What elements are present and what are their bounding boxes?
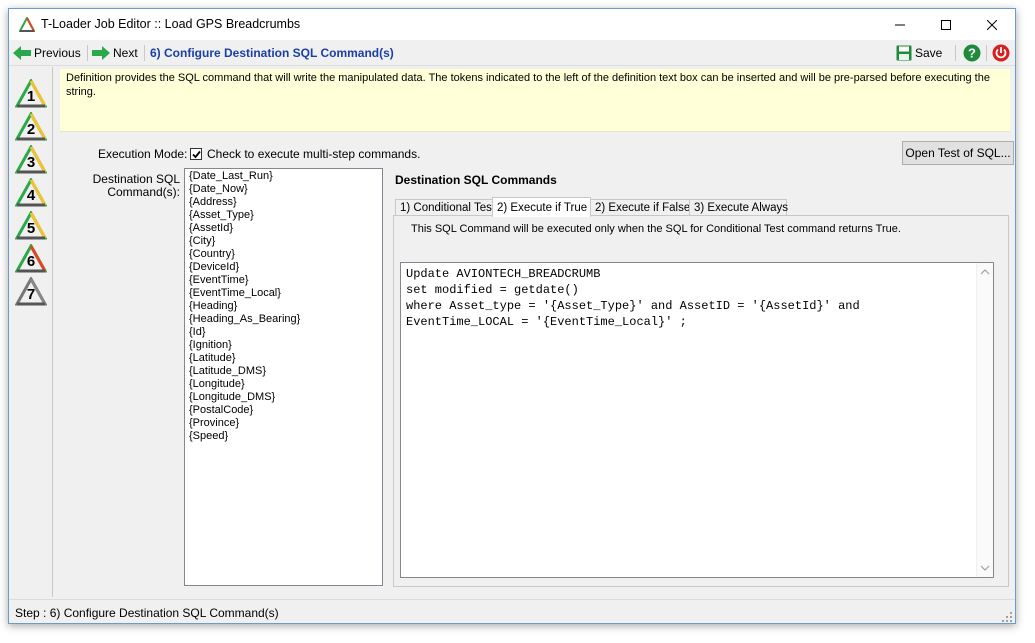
info-panel: Definition provides the SQL command that… <box>60 69 1010 132</box>
power-icon <box>992 44 1010 62</box>
arrow-right-icon <box>92 46 110 60</box>
next-label: Next <box>113 46 138 60</box>
tab-description: This SQL Command will be executed only w… <box>411 223 901 235</box>
save-icon <box>896 45 912 61</box>
info-text: Definition provides the SQL command that… <box>66 72 990 98</box>
tab-execute-if-true[interactable]: 2) Execute if True <box>492 197 591 217</box>
toolbar: Previous Next 6) Configure Destination S… <box>9 40 1015 66</box>
sql-editor-scrollbar[interactable] <box>976 263 993 577</box>
toolbar-separator <box>144 45 145 61</box>
toolbar-separator <box>986 45 987 61</box>
scroll-up-icon[interactable] <box>980 267 990 277</box>
token-item[interactable]: {Id} <box>189 326 378 339</box>
step-5-icon: 5 <box>15 211 47 240</box>
token-item[interactable]: {Province} <box>189 417 378 430</box>
svg-text:4: 4 <box>27 187 36 204</box>
token-item[interactable]: {City} <box>189 235 378 248</box>
step-2-icon: 2 <box>15 112 47 141</box>
token-item[interactable]: {EventTime} <box>189 274 378 287</box>
svg-text:3: 3 <box>27 154 35 171</box>
token-item[interactable]: {Date_Now} <box>189 183 378 196</box>
svg-text:5: 5 <box>27 220 35 237</box>
step-6-button[interactable]: 6 <box>15 244 47 274</box>
step-7-icon: 7 <box>15 277 47 306</box>
token-item[interactable]: {EventTime_Local} <box>189 287 378 300</box>
token-item[interactable]: {Asset_Type} <box>189 209 378 222</box>
next-button[interactable]: Next <box>92 43 138 63</box>
current-step-title: 6) Configure Destination SQL Command(s) <box>150 46 394 60</box>
step-4-icon: 4 <box>15 178 47 207</box>
step-1-icon: 1 <box>15 79 47 108</box>
token-item[interactable]: {Longitude_DMS} <box>189 391 378 404</box>
step-1-button[interactable]: 1 <box>15 79 47 109</box>
minimize-icon <box>895 24 905 25</box>
sql-command-editor[interactable]: Update AVIONTECH_BREADCRUMB set modified… <box>400 262 994 578</box>
maximize-icon <box>941 19 951 30</box>
svg-text:2: 2 <box>27 121 35 138</box>
close-icon <box>987 19 997 30</box>
close-button[interactable] <box>969 9 1015 40</box>
open-test-sql-button[interactable]: Open Test of SQL... <box>902 141 1014 165</box>
app-logo-icon <box>19 17 35 32</box>
help-button[interactable]: ? <box>963 43 981 63</box>
previous-label: Previous <box>34 46 81 60</box>
token-list[interactable]: {Date_Last_Run} {Date_Now} {Address} {Asset… <box>184 168 383 586</box>
job-editor-window: T-Loader Job Editor :: Load GPS Breadcru… <box>8 8 1016 624</box>
tab-panel-execute-if-true: This SQL Command will be executed only w… <box>393 215 1009 587</box>
token-item[interactable]: {Longitude} <box>189 378 378 391</box>
resize-grip-icon[interactable] <box>1002 612 1012 622</box>
token-item[interactable]: {Date_Last_Run} <box>189 170 378 183</box>
step-6-icon: 6 <box>15 244 47 273</box>
token-item[interactable]: {Address} <box>189 196 378 209</box>
multi-step-checkbox[interactable] <box>190 148 202 160</box>
svg-text:7: 7 <box>27 286 35 303</box>
toolbar-separator <box>87 45 88 61</box>
steps-panel: 1 2 3 4 5 6 7 <box>9 67 53 597</box>
save-button[interactable]: Save <box>896 43 942 63</box>
status-text: Step : 6) Configure Destination SQL Comm… <box>15 606 279 620</box>
step-4-button[interactable]: 4 <box>15 178 47 208</box>
tab-conditional-test[interactable]: 1) Conditional Test <box>395 199 495 216</box>
token-item[interactable]: {Heading} <box>189 300 378 313</box>
token-item[interactable]: {Latitude} <box>189 352 378 365</box>
previous-button[interactable]: Previous <box>13 43 81 63</box>
multi-step-checkbox-label[interactable]: Check to execute multi-step commands. <box>207 147 420 161</box>
window-title: T-Loader Job Editor :: Load GPS Breadcru… <box>41 17 301 31</box>
token-item[interactable]: {AssetId} <box>189 222 378 235</box>
step-7-button[interactable]: 7 <box>15 277 47 307</box>
maximize-button[interactable] <box>923 9 969 40</box>
toolbar-separator <box>955 45 956 61</box>
status-bar: Step : 6) Configure Destination SQL Comm… <box>9 599 1015 623</box>
main-content: Definition provides the SQL command that… <box>54 67 1015 597</box>
step-3-icon: 3 <box>15 145 47 174</box>
execution-mode-label: Execution Mode: <box>98 147 188 161</box>
tab-execute-if-false[interactable]: 2) Execute if False <box>590 199 690 216</box>
token-item[interactable]: {DeviceId} <box>189 261 378 274</box>
step-3-button[interactable]: 3 <box>15 145 47 175</box>
step-5-button[interactable]: 5 <box>15 211 47 241</box>
minimize-button[interactable] <box>877 9 923 40</box>
checkmark-icon <box>192 150 201 159</box>
save-label: Save <box>915 46 943 60</box>
step-2-button[interactable]: 2 <box>15 112 47 142</box>
tab-execute-always[interactable]: 3) Execute Always <box>689 199 788 216</box>
destination-sql-heading: Destination SQL Commands <box>395 173 557 187</box>
scroll-down-icon[interactable] <box>980 563 990 573</box>
destination-sql-label-line2: Command(s): <box>107 185 180 199</box>
token-item[interactable]: {Heading_As_Bearing} <box>189 313 378 326</box>
token-item[interactable]: {Ignition} <box>189 339 378 352</box>
svg-text:?: ? <box>968 46 976 61</box>
token-item[interactable]: {PostalCode} <box>189 404 378 417</box>
exit-button[interactable] <box>992 43 1010 63</box>
sql-command-text[interactable]: Update AVIONTECH_BREADCRUMB set modified… <box>406 266 860 330</box>
token-item[interactable]: {Country} <box>189 248 378 261</box>
destination-sql-label: Destination SQL Command(s): <box>74 173 180 199</box>
svg-text:1: 1 <box>27 88 35 105</box>
title-bar: T-Loader Job Editor :: Load GPS Breadcru… <box>9 9 1015 40</box>
token-item[interactable]: {Latitude_DMS} <box>189 365 378 378</box>
help-icon: ? <box>963 44 981 62</box>
token-item[interactable]: {Speed} <box>189 430 378 443</box>
svg-text:6: 6 <box>27 253 35 270</box>
arrow-left-icon <box>13 46 31 60</box>
